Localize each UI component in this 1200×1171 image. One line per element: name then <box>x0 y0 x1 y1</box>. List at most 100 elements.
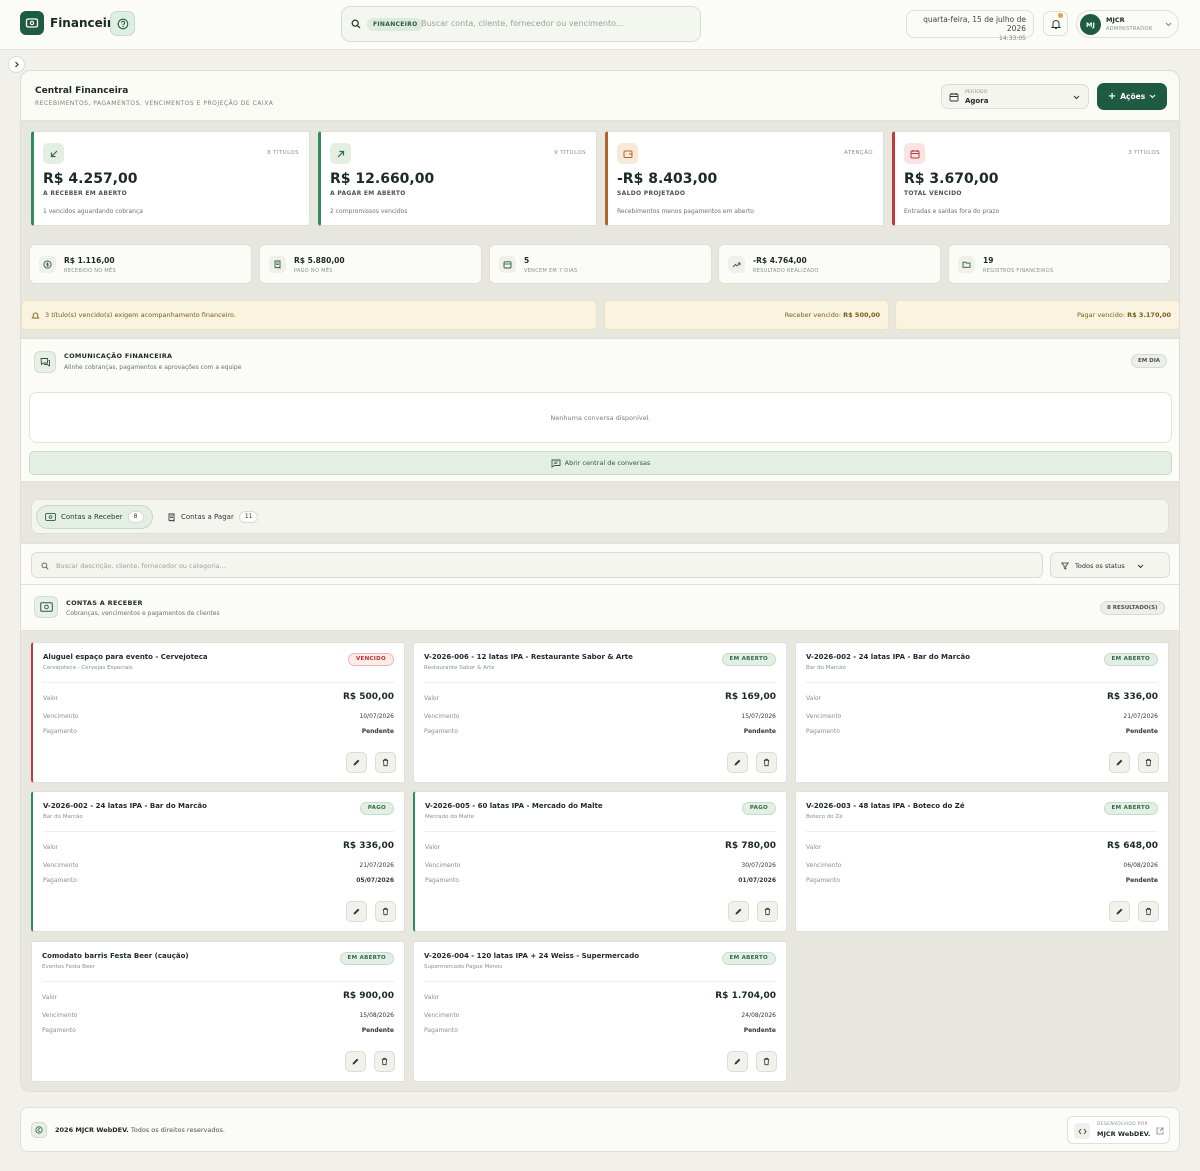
row-label-vencimento: Vencimento <box>43 713 79 720</box>
delete-button[interactable] <box>1138 901 1159 922</box>
row-value-pagamento: Pendente <box>1125 877 1158 884</box>
alert-value: R$ 500,00 <box>843 311 880 319</box>
delete-button[interactable] <box>757 901 778 922</box>
edit-button[interactable] <box>345 1051 366 1072</box>
pencil-icon <box>1116 759 1123 766</box>
trash-icon <box>1145 907 1152 916</box>
filter-icon <box>1061 562 1069 570</box>
stat-value: 5 <box>524 256 530 265</box>
row-value-valor: R$ 780,00 <box>724 841 776 851</box>
receivable-card[interactable]: V-2026-004 - 120 latas IPA + 24 Weiss - … <box>413 941 787 1082</box>
edit-button[interactable] <box>728 901 749 922</box>
delete-button[interactable] <box>375 901 396 922</box>
delete-button[interactable] <box>375 752 396 773</box>
row-value-vencimento: 15/07/2026 <box>741 713 776 720</box>
kpi-overdue[interactable]: 3 TÍTULOS R$ 3.670,00 TOTAL VENCIDO Entr… <box>892 131 1171 226</box>
divider <box>424 682 776 683</box>
tab-label: Contas a Pagar <box>181 513 234 521</box>
edit-button[interactable] <box>1109 752 1130 773</box>
folder-icon <box>958 256 975 273</box>
user-role: ADMINISTRADOR <box>1106 26 1153 32</box>
kpi-label: SALDO PROJETADO <box>617 190 686 197</box>
row-value-pagamento: Pendente <box>743 728 776 735</box>
tab-label: Contas a Receber <box>61 513 123 521</box>
status-filter-select[interactable]: Todos os status <box>1050 552 1170 578</box>
calendar-icon <box>949 93 959 102</box>
delete-button[interactable] <box>1138 752 1159 773</box>
card-subtitle: Cervejoteca - Cervejas Especiais <box>43 665 133 671</box>
delete-button[interactable] <box>756 752 777 773</box>
receivable-card[interactable]: V-2026-005 - 60 latas IPA - Mercado do M… <box>413 791 787 932</box>
wallet-icon <box>617 143 638 164</box>
receivable-card[interactable]: Comodato barris Festa Beer (caução) Event… <box>31 941 405 1082</box>
kpi-payable[interactable]: 9 TÍTULOS R$ 12.660,00 A PAGAR EM ABERTO… <box>318 131 597 226</box>
stat-realized-result: -R$ 4.764,00 RESULTADO REALIZADO <box>718 244 941 284</box>
section-title: CONTAS A RECEBER <box>66 599 143 607</box>
edit-button[interactable] <box>346 901 367 922</box>
actions-button[interactable]: + Ações <box>1097 83 1167 110</box>
receivable-card[interactable]: V-2026-002 - 24 latas IPA - Bar do Marcã… <box>795 642 1169 783</box>
stat-label: VENCEM EM 7 DIAS <box>524 268 578 274</box>
financial-center-panel: Central Financeira RECEBIMENTOS, PAGAMEN… <box>20 70 1180 1092</box>
wallet-logo-icon[interactable] <box>20 11 44 35</box>
calendar-alert-icon <box>904 143 925 164</box>
status-filter-value: Todos os status <box>1075 562 1125 570</box>
edit-button[interactable] <box>346 752 367 773</box>
global-search[interactable]: FINANCEIRO Buscar conta, cliente, fornec… <box>341 6 701 42</box>
row-label-pagamento: Pagamento <box>43 728 77 735</box>
tab-receivables[interactable]: Contas a Receber 8 <box>36 505 153 529</box>
card-title: V-2026-002 - 24 latas IPA - Bar do Marcã… <box>43 802 207 810</box>
kpi-value: R$ 3.670,00 <box>904 171 999 187</box>
period-label: PERÍODO <box>965 90 988 95</box>
edit-button[interactable] <box>727 1051 748 1072</box>
search-placeholder: Buscar descrição, cliente, fornecedor ou… <box>56 562 226 570</box>
row-value-vencimento: 21/07/2026 <box>1123 713 1158 720</box>
search-icon <box>351 19 361 29</box>
divider <box>806 682 1158 683</box>
row-label-pagamento: Pagamento <box>424 1027 458 1034</box>
kpi-sub: 2 compromissos vencidos <box>330 208 408 215</box>
kpi-sub: Entradas e saídas fora do prazo <box>904 208 1000 215</box>
edit-button[interactable] <box>727 752 748 773</box>
user-menu[interactable]: MJ MJCR ADMINISTRADOR <box>1076 10 1179 38</box>
receipt-icon <box>168 513 175 522</box>
kpi-receivable[interactable]: 8 TÍTULOS R$ 4.257,00 A RECEBER EM ABERT… <box>31 131 310 226</box>
open-conversations-button[interactable]: Abrir central de conversas <box>29 451 1172 475</box>
receivable-card[interactable]: V-2026-003 - 48 latas IPA - Boteco do Zé… <box>795 791 1169 932</box>
receivable-card[interactable]: V-2026-002 - 24 latas IPA - Bar do Marcã… <box>31 791 405 932</box>
row-label-valor: Valor <box>424 695 440 702</box>
trending-up-icon <box>728 256 745 273</box>
tab-count: 11 <box>238 511 259 523</box>
kpi-projected-balance[interactable]: ATENÇÃO -R$ 8.403,00 SALDO PROJETADO Rec… <box>605 131 884 226</box>
trash-icon <box>381 1057 388 1066</box>
records-search-input[interactable]: Buscar descrição, cliente, fornecedor ou… <box>31 552 1043 578</box>
row-label-valor: Valor <box>425 844 441 851</box>
open-conversations-label: Abrir central de conversas <box>564 459 651 467</box>
period-select[interactable]: PERÍODO Agora <box>941 84 1089 109</box>
help-icon[interactable] <box>110 11 135 36</box>
status-badge: EM ABERTO <box>339 952 394 965</box>
edit-button[interactable] <box>1109 901 1130 922</box>
kpi-label: A PAGAR EM ABERTO <box>330 190 406 197</box>
tab-payables[interactable]: Contas a Pagar 11 <box>159 505 266 529</box>
stat-value: -R$ 4.764,00 <box>753 256 807 265</box>
notifications-button[interactable] <box>1043 11 1068 36</box>
receivable-card[interactable]: V-2026-006 - 12 latas IPA - Restaurante … <box>413 642 787 783</box>
payable-overdue-alert: Pagar vencido: R$ 3.170,00 <box>895 300 1180 330</box>
trash-icon <box>763 1057 770 1066</box>
search-icon <box>41 562 49 570</box>
row-label-pagamento: Pagamento <box>425 877 459 884</box>
trash-icon <box>763 758 770 767</box>
sidebar-toggle-button[interactable] <box>8 56 25 73</box>
developer-link[interactable]: DESENVOLVIDO POR MJCR WebDEV. <box>1067 1116 1170 1144</box>
divider <box>42 981 394 982</box>
receivable-card[interactable]: Aluguel espaço para evento - Cervejoteca… <box>31 642 405 783</box>
page-subtitle: RECEBIMENTOS, PAGAMENTOS, VENCIMENTOS E … <box>35 100 274 107</box>
status-badge: EM ABERTO <box>1103 802 1158 815</box>
row-label-vencimento: Vencimento <box>43 862 79 869</box>
card-subtitle: Supermercado Pague Menos <box>424 964 503 970</box>
row-label-valor: Valor <box>43 695 59 702</box>
status-badge: PAGO <box>359 802 394 815</box>
delete-button[interactable] <box>374 1051 395 1072</box>
delete-button[interactable] <box>756 1051 777 1072</box>
